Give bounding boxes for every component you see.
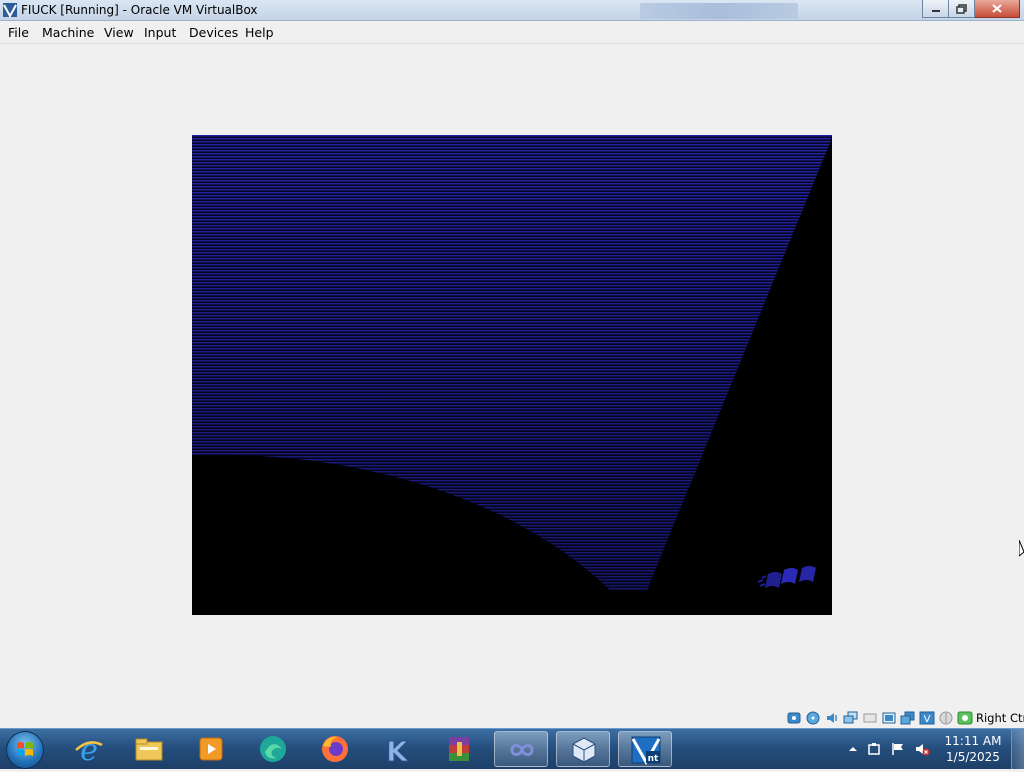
windows-logo-icon bbox=[17, 742, 33, 756]
taskbar-internet-explorer[interactable]: e bbox=[62, 731, 116, 767]
taskbar: e K nt 11:11 AM 1/5/2025 bbox=[0, 728, 1024, 769]
shared-folders-icon[interactable] bbox=[881, 710, 897, 726]
restore-icon bbox=[956, 3, 967, 14]
clock-time: 11:11 AM bbox=[944, 734, 1002, 748]
display-icon[interactable] bbox=[900, 710, 916, 726]
vm-nt-icon: nt bbox=[631, 736, 661, 765]
firefox-icon bbox=[322, 736, 348, 762]
network-icon[interactable] bbox=[843, 710, 859, 726]
svg-text:e: e bbox=[80, 734, 98, 764]
svg-text:V: V bbox=[924, 714, 931, 725]
vm-status-bar: V Right Ctrl bbox=[786, 709, 1024, 727]
taskbar-media-player[interactable] bbox=[184, 731, 238, 767]
media-player-icon bbox=[199, 737, 223, 761]
start-button[interactable] bbox=[6, 731, 44, 769]
edge-icon bbox=[260, 736, 286, 762]
menu-machine[interactable]: Machine bbox=[42, 25, 94, 40]
taskbar-k-app[interactable]: K bbox=[370, 731, 424, 767]
mouse-integration-icon[interactable] bbox=[938, 710, 954, 726]
optical-drive-icon[interactable] bbox=[805, 710, 821, 726]
close-icon bbox=[992, 4, 1002, 13]
svg-text:nt: nt bbox=[648, 754, 659, 764]
file-explorer-icon bbox=[135, 738, 163, 761]
virtualbox-icon bbox=[572, 737, 596, 763]
svg-text:K: K bbox=[386, 735, 409, 764]
minimize-button[interactable] bbox=[922, 0, 949, 18]
title-bar-glow bbox=[640, 3, 798, 19]
minimize-icon bbox=[931, 9, 940, 12]
winrar-icon bbox=[449, 737, 469, 761]
hard-disk-icon[interactable] bbox=[786, 710, 802, 726]
volume-muted-icon[interactable] bbox=[914, 741, 930, 757]
menu-input[interactable]: Input bbox=[144, 25, 176, 40]
show-desktop-button[interactable] bbox=[1011, 729, 1024, 769]
taskbar-virtualbox[interactable] bbox=[556, 731, 610, 767]
menu-devices[interactable]: Devices bbox=[189, 25, 238, 40]
taskbar-vm-nt[interactable]: nt bbox=[618, 731, 672, 767]
window-title: FIUCK [Running] - Oracle VM VirtualBox bbox=[21, 3, 258, 17]
action-center-icon[interactable] bbox=[866, 741, 882, 757]
mouse-cursor-icon bbox=[1019, 540, 1024, 557]
taskbar-file-explorer[interactable] bbox=[122, 731, 176, 767]
taskbar-edge[interactable] bbox=[246, 731, 300, 767]
virtualbox-icon bbox=[3, 3, 17, 18]
keyboard-capture-icon[interactable] bbox=[957, 710, 973, 726]
host-key-label: Right Ctrl bbox=[976, 711, 1024, 725]
usb-icon[interactable] bbox=[862, 710, 878, 726]
vm-display[interactable] bbox=[192, 135, 832, 615]
clock-date: 1/5/2025 bbox=[946, 750, 1000, 764]
show-hidden-icons-icon[interactable] bbox=[845, 741, 861, 757]
restore-button[interactable] bbox=[949, 0, 975, 18]
k-app-icon: K bbox=[386, 735, 410, 765]
audio-icon[interactable] bbox=[824, 710, 840, 726]
system-clock[interactable]: 11:11 AM 1/5/2025 bbox=[934, 733, 1012, 765]
guest-boot-screen bbox=[192, 135, 832, 615]
close-button[interactable] bbox=[975, 0, 1020, 18]
infinity-app-icon bbox=[510, 744, 534, 756]
menu-bar: File Machine View Input Devices Help bbox=[0, 21, 1024, 44]
flag-icon[interactable] bbox=[890, 741, 906, 757]
taskbar-winrar[interactable] bbox=[432, 731, 486, 767]
menu-help[interactable]: Help bbox=[245, 25, 274, 40]
video-capture-icon[interactable]: V bbox=[919, 710, 935, 726]
taskbar-firefox[interactable] bbox=[308, 731, 362, 767]
internet-explorer-icon: e bbox=[75, 734, 103, 764]
window-title-bar[interactable]: FIUCK [Running] - Oracle VM VirtualBox bbox=[0, 0, 1024, 21]
taskbar-infinity-app[interactable] bbox=[494, 731, 548, 767]
menu-file[interactable]: File bbox=[8, 25, 29, 40]
menu-view[interactable]: View bbox=[104, 25, 134, 40]
